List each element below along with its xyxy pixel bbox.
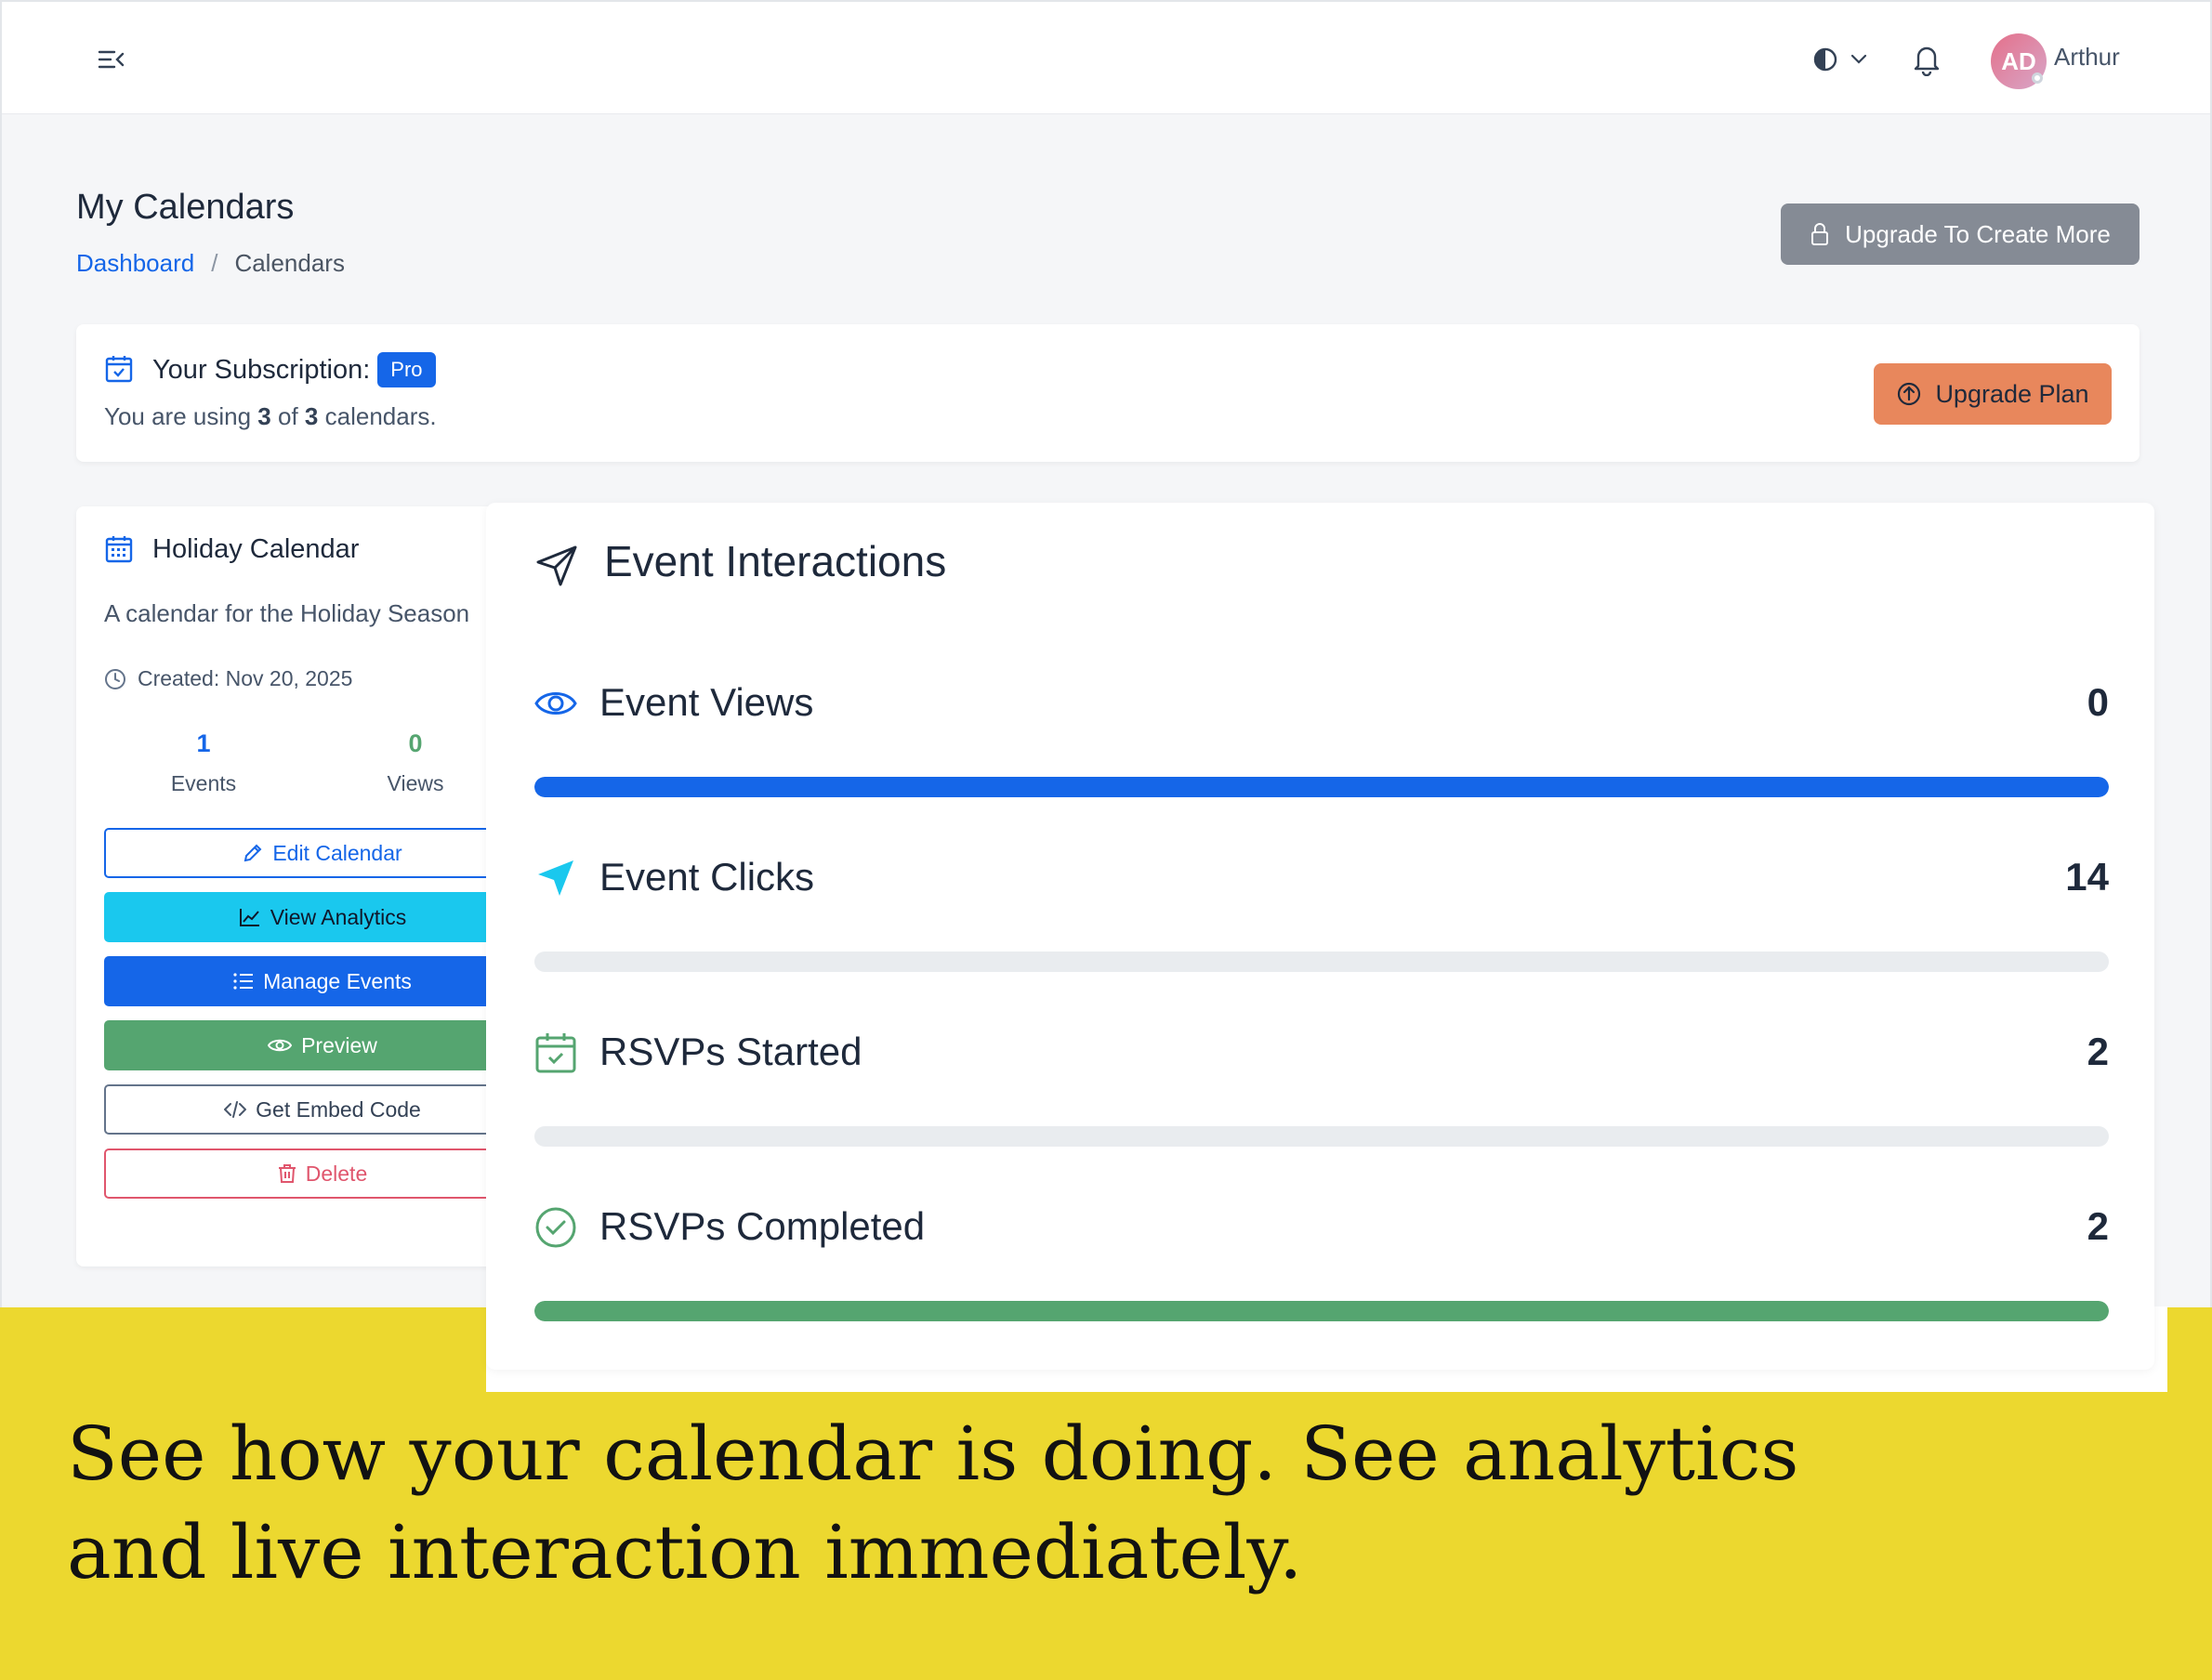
breadcrumb-current: Calendars <box>234 249 345 277</box>
breadcrumb-separator: / <box>211 249 218 277</box>
eye-icon <box>534 692 577 715</box>
calendar-title: Holiday Calendar <box>152 534 360 564</box>
calendar-created: Created: Nov 20, 2025 <box>104 666 352 691</box>
delete-label: Delete <box>305 1161 368 1186</box>
usage-of: of <box>278 402 298 430</box>
get-embed-code-button[interactable]: Get Embed Code <box>104 1084 513 1135</box>
theme-toggle[interactable] <box>1812 45 1876 74</box>
event-interactions-card: Event Interactions Event Views 0 Event C… <box>486 503 2154 1370</box>
metric-value: 0 <box>2087 680 2109 724</box>
usage-prefix: You are using <box>104 402 252 430</box>
send-icon <box>536 545 577 586</box>
eye-icon <box>268 1039 293 1052</box>
top-navbar: AD Arthur <box>2 2 2210 114</box>
get-embed-code-label: Get Embed Code <box>256 1096 421 1122</box>
metric-label: Event Views <box>599 680 814 724</box>
metric-label: RSVPs Completed <box>599 1204 926 1248</box>
metric-progress-fill <box>534 1301 2109 1321</box>
metric-progress-bar <box>534 777 2109 797</box>
edit-calendar-label: Edit Calendar <box>272 840 402 865</box>
subscription-usage: You are using 3 of 3 calendars. <box>104 402 437 431</box>
caption-line-1: See how your calendar is doing. See anal… <box>67 1411 1799 1497</box>
code-icon <box>224 1101 247 1118</box>
avatar-initials: AD <box>2001 46 2036 75</box>
view-analytics-button[interactable]: View Analytics <box>104 892 513 942</box>
avatar[interactable]: AD <box>1991 33 2047 89</box>
subscription-label: Your Subscription: <box>152 354 371 385</box>
usage-suffix: calendars. <box>324 402 437 430</box>
preview-button[interactable]: Preview <box>104 1020 513 1070</box>
send-filled-icon <box>538 860 573 896</box>
views-stat: 0 Views <box>341 729 490 796</box>
metric-progress-bar <box>534 1301 2109 1321</box>
breadcrumb-dashboard-link[interactable]: Dashboard <box>76 249 194 278</box>
bell-icon[interactable] <box>1913 43 1941 77</box>
metric-progress-fill <box>534 777 2109 797</box>
metric-value: 2 <box>2087 1204 2109 1248</box>
usage-total: 3 <box>304 402 319 430</box>
check-circle-icon <box>535 1207 576 1248</box>
manage-events-label: Manage Events <box>263 968 412 993</box>
metric-value: 2 <box>2087 1030 2109 1073</box>
calendar-grid-icon <box>105 536 133 563</box>
caption-line-2: and live interaction immediately. <box>67 1509 1303 1595</box>
upgrade-to-create-more-button[interactable]: Upgrade To Create More <box>1781 203 2140 265</box>
usage-used: 3 <box>257 402 271 430</box>
trash-icon <box>278 1164 296 1183</box>
breadcrumb: Dashboard / Calendars <box>76 249 345 278</box>
calendar-check-icon <box>105 356 133 383</box>
calendar-check-icon <box>535 1033 576 1073</box>
pencil-icon <box>244 844 262 862</box>
menu-collapse-icon[interactable] <box>98 48 125 71</box>
line-chart-icon <box>239 909 259 926</box>
chevron-down-icon <box>1850 54 1867 64</box>
delete-button[interactable]: Delete <box>104 1148 513 1199</box>
views-count: 0 <box>408 729 423 757</box>
list-icon <box>233 973 254 990</box>
arrow-up-circle-icon <box>1898 382 1921 406</box>
metric-progress-bar <box>534 952 2109 972</box>
edit-calendar-button[interactable]: Edit Calendar <box>104 828 513 878</box>
subscription-card: Your Subscription: Pro You are using 3 o… <box>76 324 2140 462</box>
theme-contrast-icon <box>1813 47 1837 72</box>
preview-label: Preview <box>301 1032 377 1057</box>
upgrade-plan-label: Upgrade Plan <box>1935 379 2089 408</box>
page-title: My Calendars <box>76 188 295 227</box>
view-analytics-label: View Analytics <box>270 904 407 929</box>
plan-badge: Pro <box>377 352 436 387</box>
calendar-card: Holiday Calendar A calendar for the Holi… <box>76 506 513 1267</box>
marketing-caption: See how your calendar is doing. See anal… <box>67 1405 2019 1602</box>
events-label: Events <box>170 771 237 795</box>
manage-events-button[interactable]: Manage Events <box>104 956 513 1006</box>
user-name[interactable]: Arthur <box>2054 43 2120 72</box>
online-status-dot <box>2032 72 2043 84</box>
events-count: 1 <box>196 729 211 757</box>
created-date: Created: Nov 20, 2025 <box>138 666 353 690</box>
calendar-description: A calendar for the Holiday Season <box>104 599 470 627</box>
subscription-title: Your Subscription: Pro <box>152 352 436 387</box>
upgrade-plan-button[interactable]: Upgrade Plan <box>1874 363 2112 425</box>
interactions-title: Event Interactions <box>604 537 947 585</box>
views-label: Views <box>387 771 444 795</box>
events-stat: 1 Events <box>129 729 278 796</box>
lock-icon <box>1811 223 1829 245</box>
metric-label: RSVPs Started <box>599 1030 862 1073</box>
metric-progress-bar <box>534 1126 2109 1147</box>
metric-label: Event Clicks <box>599 855 815 899</box>
upgrade-to-create-more-label: Upgrade To Create More <box>1845 219 2111 248</box>
metric-value: 14 <box>2065 855 2109 899</box>
clock-icon <box>105 668 125 689</box>
